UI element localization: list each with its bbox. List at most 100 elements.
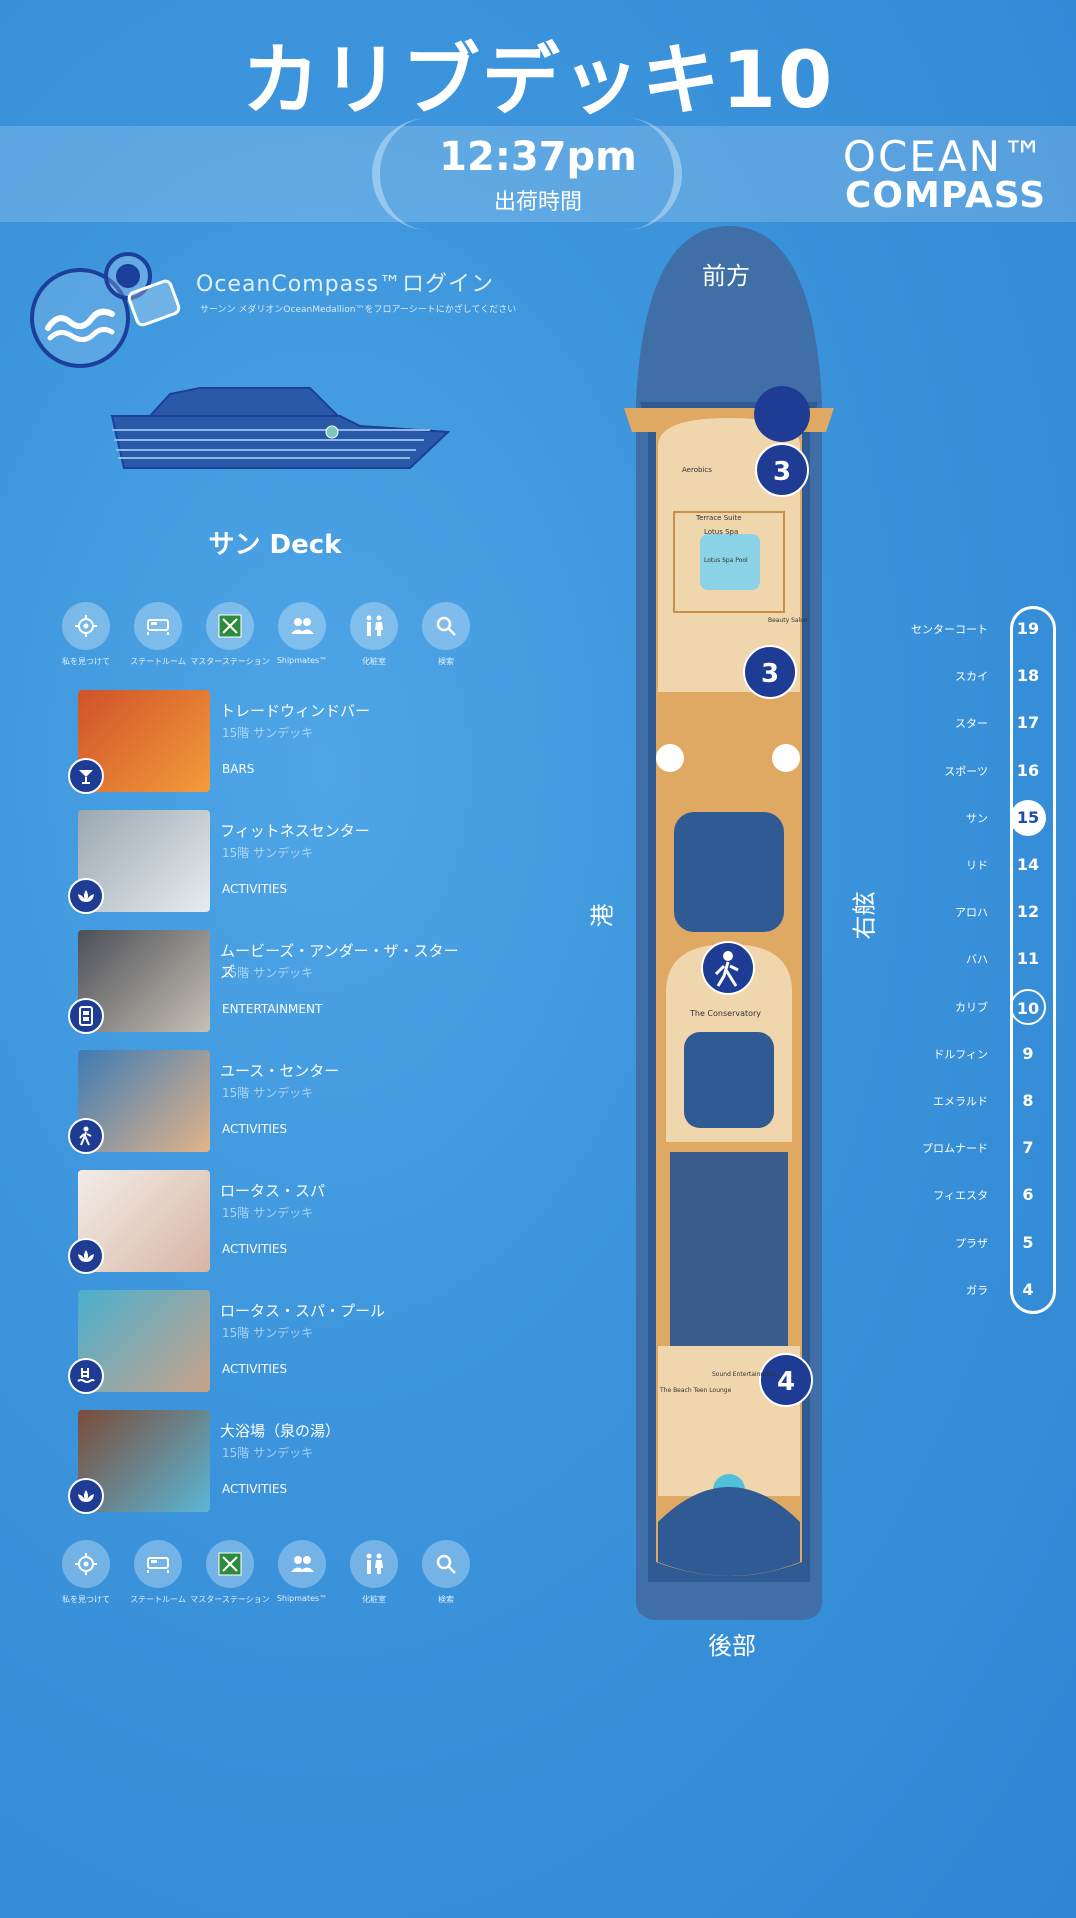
lotus-icon — [68, 1238, 104, 1274]
deck-name: プロムナード — [922, 1142, 988, 1156]
toolbar-button-search[interactable]: 検索 — [416, 1540, 476, 1605]
map-label-terrace-suite: Terrace Suite — [695, 514, 742, 522]
map-marker-you-are-here[interactable] — [701, 941, 755, 995]
hot-tub-right — [772, 744, 800, 772]
deck-number: 4 — [1022, 1279, 1034, 1299]
muster-icon — [206, 602, 254, 650]
toolbar-button-locate[interactable]: 私を見つけて — [56, 1540, 116, 1605]
direction-aft: 後部 — [708, 1632, 756, 1660]
deck-name: フィエスタ — [933, 1189, 988, 1203]
toolbar-label: 検索 — [438, 657, 454, 666]
deck-name: スポーツ — [944, 764, 988, 778]
restroom-icon — [350, 602, 398, 650]
toolbar-label: 化粧室 — [362, 657, 386, 666]
shipmates-icon — [278, 1540, 326, 1588]
toolbar-label: 検索 — [438, 1595, 454, 1604]
map-marker-3[interactable]: 4 — [759, 1353, 813, 1407]
deck-number: 7 — [1022, 1138, 1034, 1158]
deck-button-7[interactable]: プロムナード 7 — [856, 1133, 1046, 1163]
deck-map[interactable]: 3 3 4 Aerobics Terrace Suite Lotus Spa L… — [604, 222, 854, 1622]
deck-name: エメラルド — [933, 1095, 988, 1108]
map-marker-1-label: 3 — [773, 457, 791, 487]
deck-button-15[interactable]: サン 15 — [856, 799, 1046, 836]
map-label-sound-entertainment: Sound Entertainment — [712, 1371, 777, 1378]
toolbar-button-bed[interactable]: ステートルーム — [128, 602, 188, 667]
venue-list-item[interactable]: ユース・センター 15階 サンデッキ ACTIVITIES — [68, 1050, 468, 1170]
map-label-lotus-spa: Lotus Spa — [704, 528, 738, 536]
deck-button-19[interactable]: センターコート 19 — [856, 614, 1046, 644]
toolbar-label: ステートルーム — [130, 1595, 186, 1604]
deck-number: 14 — [1016, 855, 1040, 874]
venue-list-item[interactable]: 大浴場（泉の湯） 15階 サンデッキ ACTIVITIES — [68, 1410, 468, 1530]
venue-category: ACTIVITIES — [222, 1482, 288, 1496]
deck-button-5[interactable]: プラザ 5 — [856, 1228, 1046, 1258]
deck-name: リド — [966, 859, 988, 872]
logo-line-2: COMPASS — [844, 175, 1046, 216]
map-label-aerobics: Aerobics — [682, 466, 712, 474]
toolbar-button-muster[interactable]: マスターステーション — [190, 602, 270, 667]
toolbar-button-restroom[interactable]: 化粧室 — [344, 1540, 404, 1605]
venue-list-item[interactable]: ロータス・スパ 15階 サンデッキ ACTIVITIES — [68, 1170, 468, 1290]
mid-cutout-1 — [674, 812, 784, 932]
deck-button-8[interactable]: エメラルド 8 — [856, 1086, 1046, 1116]
direction-fore: 前方 — [702, 262, 750, 290]
deck-button-10[interactable]: カリブ 10 — [856, 988, 1046, 1025]
deck-button-4[interactable]: ガラ 4 — [856, 1275, 1046, 1305]
venue-list-item[interactable]: ムービーズ・アンダー・ザ・スターズ 15階 サンデッキ ENTERTAINMENT — [68, 930, 468, 1050]
deck-number: 8 — [1022, 1091, 1034, 1110]
login-subtitle: サーンン メダリオンOceanMedallion™をフロアーシートにかざしてくだ… — [200, 305, 517, 315]
deck-button-6[interactable]: フィエスタ 6 — [856, 1180, 1046, 1210]
locate-icon — [62, 1540, 110, 1588]
map-marker-3-label: 4 — [777, 1367, 795, 1397]
restroom-icon — [350, 1540, 398, 1588]
toolbar-button-muster[interactable]: マスターステーション — [190, 1540, 270, 1605]
venue-list-item[interactable]: ロータス・スパ・プール 15階 サンデッキ ACTIVITIES — [68, 1290, 468, 1410]
deck-button-9[interactable]: ドルフィン 9 — [856, 1039, 1046, 1069]
toolbar-button-restroom[interactable]: 化粧室 — [344, 602, 404, 667]
deck-number: 5 — [1022, 1232, 1034, 1252]
toolbar-label: Shipmates™ — [276, 1594, 328, 1603]
toolbar-button-shipmates[interactable]: Shipmates™ — [272, 1540, 332, 1605]
deck-number: 9 — [1022, 1043, 1034, 1063]
deck-button-14[interactable]: リド 14 — [856, 850, 1046, 880]
toolbar-top: 私を見つけて ステートルーム マスターステーション Shipmates™ 化粧室 検索 — [56, 602, 476, 667]
map-label-conservatory: The Conservatory — [689, 1009, 761, 1018]
cocktail-icon — [68, 758, 104, 794]
toolbar-button-locate[interactable]: 私を見つけて — [56, 602, 116, 667]
venue-category: BARS — [222, 762, 255, 776]
deck-button-16[interactable]: スポーツ 16 — [856, 756, 1046, 786]
toolbar-button-search[interactable]: 検索 — [416, 602, 476, 667]
direction-port: 港 — [588, 903, 617, 928]
venue-location: 15階 サンデッキ — [222, 846, 314, 860]
deck-name: アロハ — [955, 906, 988, 920]
deck-number: 15 — [1010, 799, 1046, 836]
venue-list: トレードウィンドバー 15階 サンデッキ BARS フィットネスセンター 15階 サンデ… — [68, 690, 468, 1530]
deck-number: 19 — [1016, 619, 1040, 638]
search-icon — [422, 602, 470, 650]
deck-button-11[interactable]: バハ 11 — [856, 944, 1046, 974]
map-label-beauty-salon: Beauty Salon — [768, 617, 808, 624]
deck-number: 17 — [1016, 713, 1040, 733]
venue-name: トレードウィンドバー — [220, 702, 371, 720]
deck-button-18[interactable]: スカイ 18 — [856, 661, 1046, 691]
deck-button-12[interactable]: アロハ 12 — [856, 897, 1046, 927]
muster-icon — [206, 1540, 254, 1588]
deck-name: バハ — [966, 953, 988, 967]
venue-category: ACTIVITIES — [222, 1362, 288, 1376]
venue-category: ENTERTAINMENT — [222, 1002, 323, 1016]
venue-list-item[interactable]: トレードウィンドバー 15階 サンデッキ BARS — [68, 690, 468, 810]
deck-button-17[interactable]: スター 17 — [856, 708, 1046, 738]
deck-number: 12 — [1016, 902, 1040, 922]
venue-list-item[interactable]: フィットネスセンター 15階 サンデッキ ACTIVITIES — [68, 810, 468, 930]
venue-category: ACTIVITIES — [222, 882, 288, 896]
toolbar-button-shipmates[interactable]: Shipmates™ — [272, 602, 332, 667]
venue-location: 15階 サンデッキ — [222, 726, 314, 740]
toolbar-button-bed[interactable]: ステートルーム — [128, 1540, 188, 1605]
map-marker-2[interactable]: 3 — [743, 645, 797, 699]
conservatory-pool — [684, 1032, 774, 1128]
locate-icon — [62, 602, 110, 650]
deck-name: ガラ — [966, 1283, 988, 1297]
toolbar-label: 私を見つけて — [62, 657, 110, 666]
map-label-teen-lounge: The Beach Teen Lounge — [659, 1387, 732, 1394]
deck-number: 16 — [1016, 760, 1040, 780]
